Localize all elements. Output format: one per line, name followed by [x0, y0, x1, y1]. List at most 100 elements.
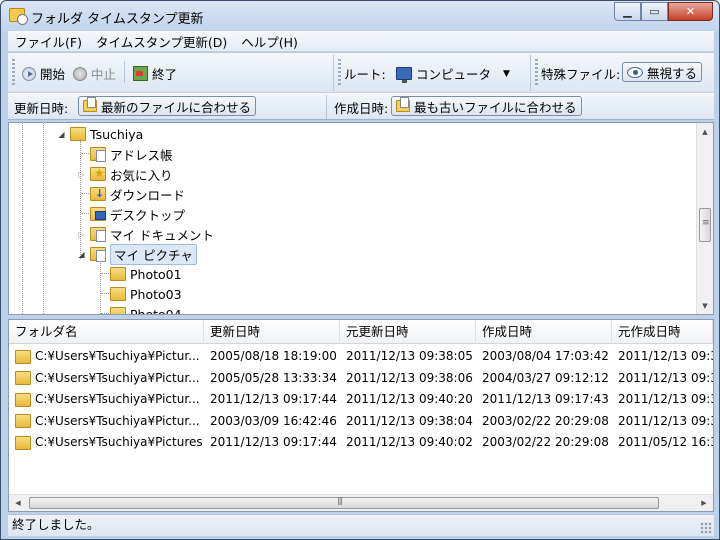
- table-cell: 2011/12/13 09:17:43: [476, 389, 612, 410]
- expanded-arrow-icon[interactable]: ◢: [57, 130, 66, 139]
- scroll-left-icon[interactable]: ◀: [11, 495, 25, 511]
- table-row[interactable]: C:¥Users¥Tsuchiya¥Pictures 2011/12/13 09:…: [9, 432, 713, 453]
- toolbar-grip[interactable]: [338, 59, 341, 85]
- table-cell-text: C:¥Users¥Tsuchiya¥Pictures: [35, 435, 203, 449]
- scroll-right-icon[interactable]: ▶: [697, 495, 711, 511]
- scroll-thumb[interactable]: [29, 496, 659, 509]
- toolbar-grip[interactable]: [535, 59, 538, 85]
- updated-date-button[interactable]: 最新のファイルに合わせる: [78, 96, 257, 116]
- table-row[interactable]: C:¥Users¥Tsuchiya¥Pictur... 2005/05/28 13…: [9, 368, 713, 389]
- table-cell-text: 2011/12/13 09:3: [618, 370, 713, 385]
- tree-item-label: Photo04: [130, 306, 182, 315]
- timestamp-list[interactable]: フォルダ名 更新日時 元更新日時 作成日時 元作成日時 C:¥Users¥Tsu…: [8, 319, 714, 512]
- table-cell-text: 2005/05/28 13:33:34: [210, 370, 337, 385]
- table-cell-text: 2004/03/27 09:12:12: [482, 370, 609, 385]
- table-cell-text: 2011/12/13 09:40:20: [346, 392, 473, 406]
- tree-item-label: マイ ドキュメント: [110, 227, 214, 243]
- pictures-icon: [90, 247, 106, 262]
- table-row[interactable]: C:¥Users¥Tsuchiya¥Pictur... 2003/03/09 16…: [9, 411, 713, 432]
- table-cell-text: 2003/03/09 16:42:46: [210, 413, 337, 428]
- exit-button[interactable]: 終了: [133, 64, 177, 83]
- desktop-icon: [90, 207, 106, 221]
- root-dropdown[interactable]: コンピュータ ▼: [396, 64, 510, 83]
- column-header-original-created[interactable]: 元作成日時: [612, 320, 713, 344]
- expanded-arrow-icon[interactable]: ◢: [77, 250, 86, 259]
- folder-document-icon: [83, 97, 97, 112]
- special-files-button[interactable]: 無視する: [622, 62, 703, 82]
- menu-help[interactable]: ヘルプ(H): [234, 32, 305, 51]
- column-header-folder[interactable]: フォルダ名: [9, 320, 204, 344]
- table-cell: 2003/02/22 20:29:08: [476, 411, 612, 432]
- table-cell: 2011/12/13 09:38:05: [340, 346, 476, 367]
- scroll-down-icon[interactable]: ▼: [697, 297, 713, 314]
- table-cell: 2011/12/13 09:40:20: [340, 389, 476, 410]
- tree-item-label: ダウンロード: [110, 187, 186, 203]
- table-row[interactable]: C:¥Users¥Tsuchiya¥Pictur... 2005/08/18 18…: [9, 346, 713, 367]
- tree-vertical-scrollbar[interactable]: ▲ ▼: [696, 123, 713, 314]
- start-button[interactable]: 開始: [22, 64, 65, 83]
- tree-item-downloads[interactable]: ダウンロード: [77, 184, 185, 204]
- table-cell: 2011/12/13 09:38:06: [340, 368, 476, 389]
- tree-item-label: Photo01: [130, 266, 182, 282]
- tree-item-label: Tsuchiya: [90, 126, 144, 142]
- collapsed-arrow-icon[interactable]: ▷: [77, 230, 86, 239]
- list-header: フォルダ名 更新日時 元更新日時 作成日時 元作成日時: [9, 320, 713, 344]
- play-icon: [22, 66, 36, 81]
- stop-button[interactable]: 中止: [73, 64, 116, 83]
- folder-document-icon: [396, 97, 410, 112]
- root-label-text: ルート:: [344, 67, 386, 82]
- close-button[interactable]: ✕: [668, 2, 713, 21]
- minimize-button[interactable]: ▁: [614, 2, 641, 21]
- table-row[interactable]: C:¥Users¥Tsuchiya¥Pictur... 2011/12/13 09…: [9, 389, 713, 410]
- list-horizontal-scrollbar[interactable]: ◀ ▶: [9, 494, 713, 511]
- tree-item-photo03[interactable]: Photo03: [97, 284, 182, 304]
- tree-item-favorites[interactable]: ▷ お気に入り: [77, 164, 173, 184]
- updated-date-value: 最新のファイルに合わせる: [101, 99, 252, 115]
- scroll-thumb[interactable]: [699, 208, 711, 242]
- table-cell-text: C:¥Users¥Tsuchiya¥Pictur...: [35, 392, 200, 406]
- table-cell: 2004/03/27 09:12:12: [476, 368, 612, 389]
- folder-icon: [15, 435, 31, 450]
- table-cell: 2011/05/12 16:3: [612, 432, 713, 453]
- tree-item-photo01[interactable]: Photo01: [97, 264, 182, 284]
- table-cell: 2011/12/13 09:17:44: [204, 389, 340, 410]
- main-toolbar: 開始 中止 終了 ルート: コンピュータ ▼ 特殊ファイル: 無視する: [8, 52, 714, 92]
- table-cell-text: 2011/12/13 09:40:02: [346, 435, 473, 449]
- column-header-created[interactable]: 作成日時: [476, 320, 612, 344]
- table-cell: C:¥Users¥Tsuchiya¥Pictur...: [9, 389, 204, 410]
- table-cell-text: 2005/08/18 18:19:00: [210, 349, 337, 363]
- folder-icon: [15, 392, 31, 407]
- table-cell: C:¥Users¥Tsuchiya¥Pictur...: [9, 346, 204, 367]
- tree-item-photo04[interactable]: Photo04: [97, 304, 182, 315]
- created-date-label: 作成日時:: [334, 98, 388, 117]
- maximize-button[interactable]: ▭: [641, 2, 668, 21]
- collapsed-arrow-icon[interactable]: ▷: [77, 170, 86, 179]
- toolbar-grip[interactable]: [12, 59, 15, 85]
- menu-bar: ファイル(F) タイムスタンプ更新(D) ヘルプ(H): [8, 31, 714, 51]
- table-cell-text: C:¥Users¥Tsuchiya¥Pictur...: [35, 370, 200, 385]
- tree-item-my-documents[interactable]: ▷ マイ ドキュメント: [77, 224, 214, 244]
- table-cell: 2011/12/13 09:3: [612, 389, 713, 410]
- column-header-modified[interactable]: 更新日時: [204, 320, 340, 344]
- table-cell-text: 2011/12/13 09:3: [618, 392, 713, 406]
- created-date-button[interactable]: 最も古いファイルに合わせる: [391, 96, 582, 116]
- folder-icon: [15, 414, 31, 428]
- tree-item-desktop[interactable]: デスクトップ: [77, 204, 185, 224]
- folder-tree[interactable]: ◢ Tsuchiya アドレス帳 ▷ お気に入り ダウンロード デスクトップ ▷: [8, 122, 714, 315]
- tree-item-my-pictures[interactable]: ◢ マイ ピクチャ: [77, 243, 197, 265]
- folder-icon: [110, 307, 126, 314]
- table-cell: 2005/05/28 13:33:34: [204, 368, 340, 389]
- column-header-original-modified[interactable]: 元更新日時: [340, 320, 476, 344]
- table-cell: 2003/03/09 16:42:46: [204, 411, 340, 432]
- toolbar-separator: [530, 55, 531, 91]
- scroll-up-icon[interactable]: ▲: [697, 123, 713, 140]
- tree-item-label: お気に入り: [110, 167, 173, 183]
- menu-file[interactable]: ファイル(F): [8, 32, 89, 51]
- tree-item-tsuchiya[interactable]: ◢ Tsuchiya: [57, 124, 143, 144]
- table-cell: 2011/12/13 09:3: [612, 346, 713, 367]
- tree-item-label: デスクトップ: [110, 207, 186, 223]
- menu-timestamp-update[interactable]: タイムスタンプ更新(D): [89, 32, 234, 51]
- tree-item-label: マイ ピクチャ: [110, 243, 197, 265]
- tree-item-address-book[interactable]: アドレス帳: [77, 144, 173, 164]
- resize-grip-icon[interactable]: [700, 522, 712, 534]
